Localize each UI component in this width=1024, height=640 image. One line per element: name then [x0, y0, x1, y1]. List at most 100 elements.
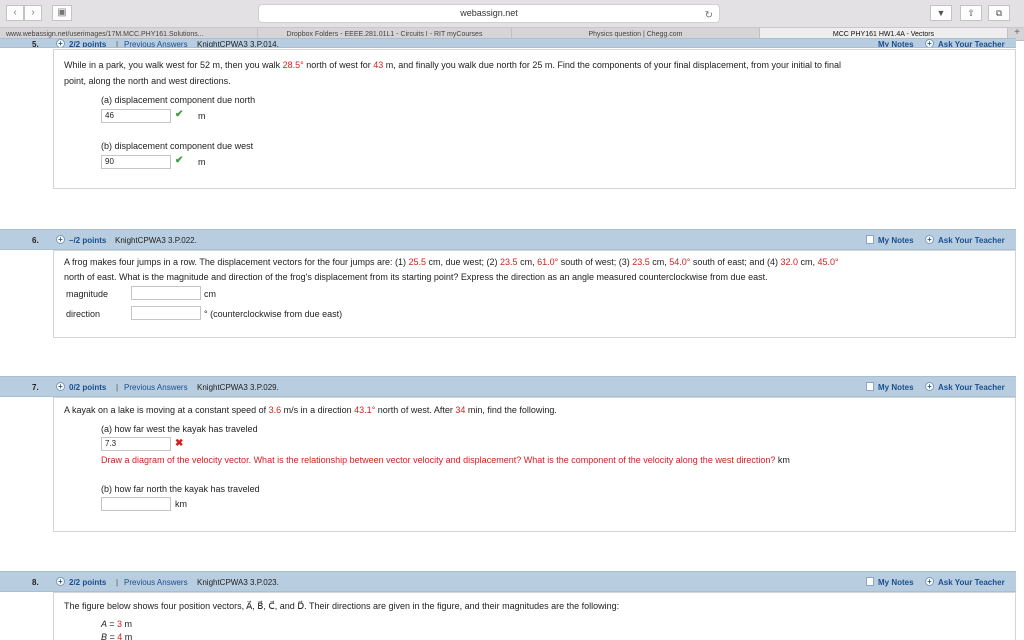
q6-header: 6. + –/2 points KnightCPWA3 3.P.022. My … — [0, 229, 1016, 250]
q6-t4: south of west; (3) — [558, 257, 633, 267]
q7-points[interactable]: 0/2 points — [69, 383, 106, 392]
q5-text-line2: point, along the north and west directio… — [64, 76, 231, 86]
q6-body: A frog makes four jumps in a row. The di… — [53, 250, 1016, 338]
q5-text-c: m, and finally you walk due north for 25… — [383, 60, 841, 70]
q6-magnitude-field[interactable] — [131, 286, 201, 300]
q5-text-b: north of west for — [303, 60, 374, 70]
q5-part-a-label: (a) displacement component due north — [101, 95, 256, 105]
q6-text-line2: north of east. What is the magnitude and… — [64, 272, 768, 282]
q5-number: 5. — [32, 40, 39, 48]
q5-text-line1: While in a park, you walk west for 52 m,… — [64, 60, 841, 70]
q8-points[interactable]: 2/2 points — [69, 578, 106, 587]
q7-answer-a-field[interactable]: 7.3 — [101, 437, 171, 451]
tabs-overview-icon[interactable]: ⧉ — [988, 5, 1010, 21]
q5-answer-b-field[interactable]: 90 — [101, 155, 171, 169]
q8-text-line1: The figure below shows four position vec… — [64, 601, 620, 611]
q6-expand-icon[interactable]: + — [56, 235, 65, 244]
q7-ask-teacher[interactable]: Ask Your Teacher — [938, 383, 1005, 392]
q8-header: 8. + 2/2 points | Previous Answers Knigh… — [0, 571, 1016, 592]
q6-v1: 25.5 — [408, 257, 427, 267]
q8-ask-teacher[interactable]: Ask Your Teacher — [938, 578, 1005, 587]
q6-ask-icon[interactable]: + — [925, 235, 934, 244]
q6-t3: cm, — [517, 257, 538, 267]
q7-my-notes[interactable]: My Notes — [878, 383, 914, 392]
q5-header: 5. + 2/2 points | Previous Answers Knigh… — [0, 38, 1016, 48]
q7-part-a-label: (a) how far west the kayak has traveled — [101, 424, 258, 434]
q6-direction-unit: ° (counterclockwise from due east) — [204, 309, 343, 319]
q5-dist: 43 — [373, 60, 384, 70]
q6-v6: 32.0 — [780, 257, 798, 267]
q5-my-notes[interactable]: My Notes — [878, 40, 914, 47]
q6-v4: 23.5 — [632, 257, 650, 267]
q6-v5: 54.0° — [669, 257, 691, 267]
q7-speed: 3.6 — [268, 405, 282, 415]
q6-direction-field[interactable] — [131, 306, 201, 320]
q5-body: While in a park, you walk west for 52 m,… — [53, 49, 1016, 189]
downloads-icon[interactable]: ▼ — [930, 5, 952, 21]
q8-my-notes[interactable]: My Notes — [878, 578, 914, 587]
q7-notes-icon[interactable] — [866, 382, 874, 391]
address-text: webassign.net — [460, 8, 518, 18]
q7-source: KnightCPWA3 3.P.029. — [197, 383, 279, 392]
q7-unit-a: km — [777, 455, 790, 465]
q7-expand-icon[interactable]: + — [56, 382, 65, 391]
q6-notes-icon[interactable] — [866, 235, 874, 244]
q6-points[interactable]: –/2 points — [69, 236, 106, 245]
q7-time: 34 — [455, 405, 466, 415]
q8-expand-icon[interactable]: + — [56, 577, 65, 586]
q5-points[interactable]: 2/2 points — [69, 40, 106, 47]
q8-number: 8. — [32, 578, 39, 587]
q8-mag-b: B = 4 m — [101, 632, 132, 640]
reload-icon[interactable]: ↻ — [705, 7, 713, 24]
q7-previous-answers[interactable]: Previous Answers — [124, 383, 188, 392]
q5-text-a: While in a park, you walk west for 52 m,… — [64, 60, 283, 70]
q7-ask-icon[interactable]: + — [925, 382, 934, 391]
q7-unit-b: km — [175, 499, 187, 509]
q7-t4: min, find the following. — [465, 405, 557, 415]
back-icon[interactable]: ‹ — [6, 5, 24, 21]
q7-part-b-label: (b) how far north the kayak has traveled — [101, 484, 260, 494]
q8-mag-b-label: B = — [101, 632, 118, 640]
q6-v3: 61.0° — [537, 257, 559, 267]
q5-unit-a: m — [198, 111, 206, 121]
q7-sep: | — [116, 383, 119, 392]
q6-t7: cm, — [797, 257, 818, 267]
q7-incorrect-a-icon: ✖ — [175, 438, 184, 449]
forward-icon[interactable]: › — [24, 5, 42, 21]
browser-toolbar: ‹ › ▣ webassign.net ↻ ▼ ⇧ ⧉ — [0, 0, 1024, 28]
address-bar[interactable]: webassign.net ↻ — [258, 4, 720, 23]
q7-angle: 43.1° — [354, 405, 376, 415]
q7-feedback: Draw a diagram of the velocity vector. W… — [101, 455, 790, 465]
q5-sep: | — [116, 40, 119, 48]
q5-expand-icon[interactable]: + — [56, 39, 65, 47]
share-icon[interactable]: ⇧ — [960, 5, 982, 21]
q8-previous-answers[interactable]: Previous Answers — [124, 578, 188, 587]
q5-unit-b: m — [198, 157, 206, 167]
q6-number: 6. — [32, 236, 39, 245]
q8-ask-icon[interactable]: + — [925, 577, 934, 586]
q7-t1: A kayak on a lake is moving at a constan… — [64, 405, 269, 415]
q7-t3: north of west. After — [375, 405, 456, 415]
q6-my-notes[interactable]: My Notes — [878, 236, 914, 245]
q6-source: KnightCPWA3 3.P.022. — [115, 236, 197, 245]
new-tab-icon[interactable]: + — [1014, 27, 1020, 38]
sidebar-icon[interactable]: ▣ — [52, 5, 72, 21]
q7-number: 7. — [32, 383, 39, 392]
q8-notes-icon[interactable] — [866, 577, 874, 586]
q8-sep: | — [116, 578, 119, 587]
q5-previous-answers[interactable]: Previous Answers — [124, 40, 188, 47]
q5-correct-a-icon: ✔ — [175, 109, 184, 120]
q7-t2: m/s in a direction — [281, 405, 355, 415]
q5-answer-a-field[interactable]: 46 — [101, 109, 171, 123]
q8-mag-b-unit: m — [122, 632, 133, 640]
q6-v2: 23.5 — [500, 257, 518, 267]
q5-correct-b-icon: ✔ — [175, 155, 184, 166]
q8-mag-a-unit: m — [121, 619, 132, 629]
q7-answer-b-field[interactable] — [101, 497, 171, 511]
q6-t6: south of east; and (4) — [690, 257, 781, 267]
q5-ask-teacher[interactable]: Ask Your Teacher — [938, 40, 1005, 47]
q5-ask-icon[interactable]: + — [925, 39, 934, 47]
q6-magnitude-unit: cm — [204, 289, 216, 299]
q7-body: A kayak on a lake is moving at a constan… — [53, 397, 1016, 532]
q6-ask-teacher[interactable]: Ask Your Teacher — [938, 236, 1005, 245]
